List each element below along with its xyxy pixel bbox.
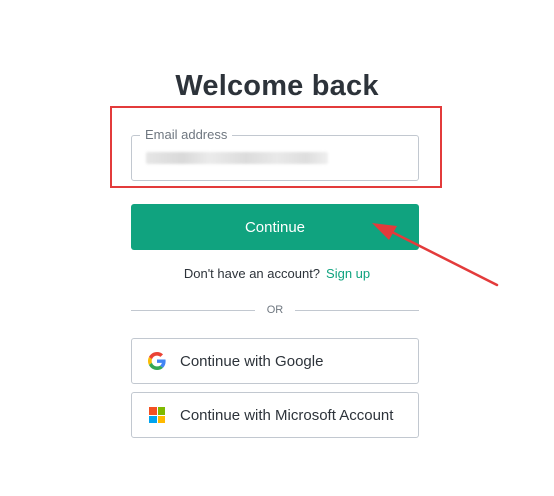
divider-line-right: [295, 309, 419, 311]
page-title: Welcome back: [175, 70, 379, 102]
email-field[interactable]: Email address: [131, 127, 419, 181]
continue-button[interactable]: Continue: [131, 204, 419, 250]
google-icon: [148, 352, 166, 370]
email-input[interactable]: [144, 149, 408, 169]
or-divider: OR: [131, 302, 419, 318]
signup-prompt: Don't have an account? Sign up: [0, 266, 554, 281]
divider-line-left: [131, 309, 255, 311]
signup-prompt-text: Don't have an account?: [183, 266, 321, 281]
microsoft-icon: [148, 406, 166, 424]
email-field-label: Email address: [140, 127, 233, 142]
sign-up-link[interactable]: Sign up: [326, 266, 370, 281]
google-button-label: Continue with Google: [180, 352, 324, 370]
continue-with-google-button[interactable]: Continue with Google: [131, 338, 419, 384]
microsoft-button-label: Continue with Microsoft Account: [180, 406, 394, 424]
continue-with-microsoft-button[interactable]: Continue with Microsoft Account: [131, 392, 419, 438]
divider-label: OR: [266, 304, 284, 316]
